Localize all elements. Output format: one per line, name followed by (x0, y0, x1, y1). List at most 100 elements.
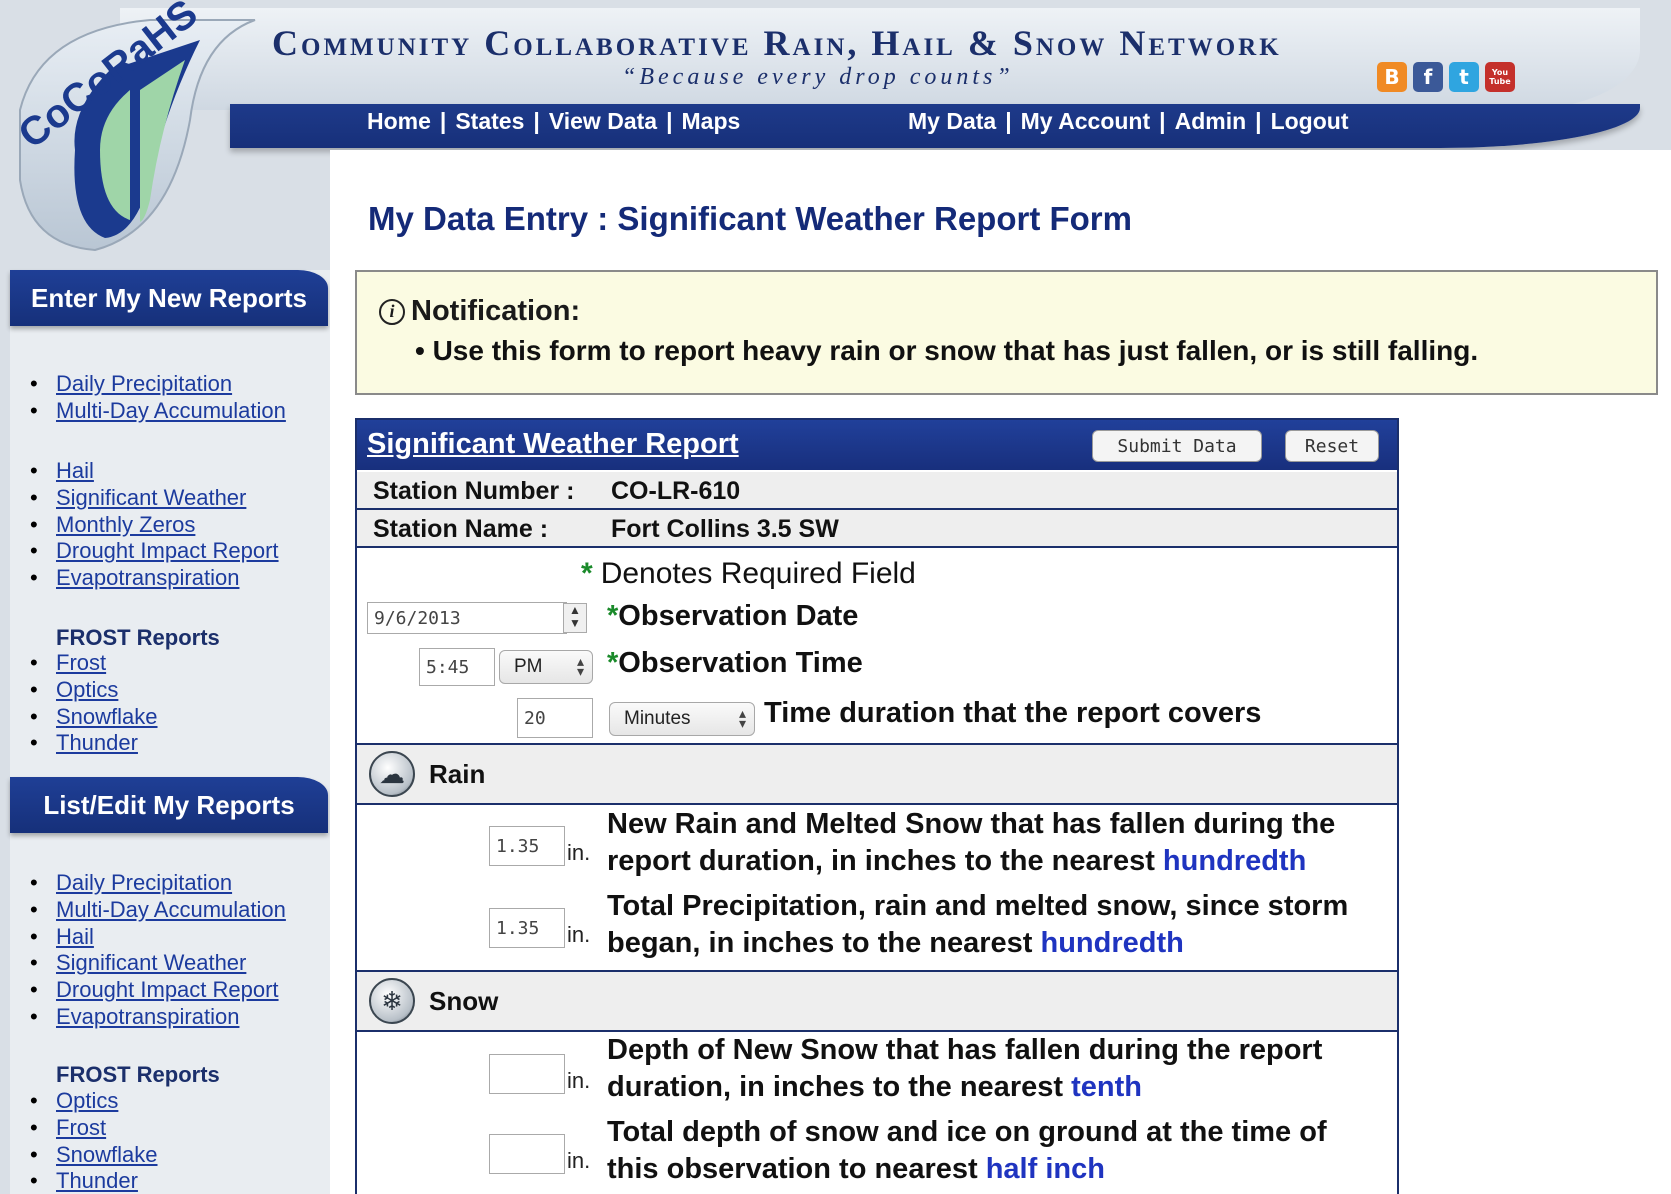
reset-button[interactable]: Reset (1285, 430, 1379, 462)
rain-cloud-icon: ☁ (369, 751, 415, 797)
observation-date-input[interactable]: 9/6/2013 (367, 602, 567, 634)
link-snowflake[interactable]: Snowflake (56, 1142, 158, 1167)
list-item[interactable]: Daily Precipitation (30, 870, 286, 897)
facebook-icon[interactable]: f (1413, 62, 1443, 92)
form-title[interactable]: Significant Weather Report (367, 428, 739, 461)
list-item[interactable]: Monthly Zeros (30, 512, 279, 539)
nav-separator: | (533, 108, 540, 134)
list-item[interactable]: Snowflake (30, 704, 158, 731)
list-item[interactable]: Drought Impact Report (30, 977, 286, 1004)
list-item[interactable]: Evapotranspiration (30, 565, 279, 592)
link-frost[interactable]: Frost (56, 650, 106, 675)
list-item[interactable]: Thunder (30, 730, 158, 757)
link-significant-weather[interactable]: Significant Weather (56, 950, 246, 975)
total-precip-input[interactable]: 1.35 (489, 908, 565, 948)
link-monthly-zeros[interactable]: Monthly Zeros (56, 512, 195, 537)
list-item[interactable]: Thunder (30, 1168, 158, 1194)
link-daily-precipitation[interactable]: Daily Precipitation (56, 371, 232, 396)
list-item[interactable]: Significant Weather (30, 950, 286, 977)
nav-view-data[interactable]: View Data (549, 108, 657, 135)
frost-reports-heading: FROST Reports (56, 1062, 220, 1087)
duration-input[interactable]: 20 (517, 698, 593, 738)
link-hail[interactable]: Hail (56, 924, 94, 949)
link-drought-impact-report[interactable]: Drought Impact Report (56, 977, 279, 1002)
unit-label: in. (567, 1148, 591, 1173)
twitter-icon[interactable]: t (1449, 62, 1479, 92)
nav-home[interactable]: Home (367, 108, 431, 135)
submit-data-button[interactable]: Submit Data (1092, 430, 1262, 462)
half-inch-link[interactable]: half inch (986, 1153, 1105, 1185)
link-evapotranspiration[interactable]: Evapotranspiration (56, 565, 239, 590)
total-snow-input[interactable] (489, 1134, 565, 1174)
form-header: Significant Weather Report Submit Data R… (357, 420, 1397, 470)
list-item[interactable]: Multi-Day Accumulation (30, 398, 286, 425)
list-item[interactable]: Frost (30, 650, 158, 677)
cocorahs-logo[interactable]: CoCoRaHS (0, 0, 270, 260)
new-snow-description: Depth of New Snow that has fallen during… (607, 1032, 1367, 1106)
link-daily-precipitation[interactable]: Daily Precipitation (56, 870, 232, 895)
list-item[interactable]: Daily Precipitation (30, 371, 286, 398)
list-item[interactable]: Significant Weather (30, 485, 279, 512)
select-arrows-icon: ▴ ▾ (576, 653, 584, 679)
nav-maps[interactable]: Maps (682, 108, 741, 135)
list-item[interactable]: Hail (30, 924, 286, 951)
station-name-row: Station Name : Fort Collins 3.5 SW (357, 510, 1397, 546)
link-hail[interactable]: Hail (56, 458, 94, 483)
nav-logout[interactable]: Logout (1271, 108, 1349, 135)
youtube-icon[interactable]: You Tube (1485, 62, 1515, 92)
link-optics[interactable]: Optics (56, 1088, 118, 1113)
list-item[interactable]: Evapotranspiration (30, 1004, 286, 1031)
station-number-label: Station Number : (373, 477, 575, 505)
list-item[interactable]: Frost (30, 1115, 158, 1142)
link-multi-day-accumulation[interactable]: Multi-Day Accumulation (56, 398, 286, 423)
social-links: B f t You Tube (1377, 62, 1515, 92)
nav-admin[interactable]: Admin (1175, 108, 1247, 135)
list-item[interactable]: Snowflake (30, 1142, 158, 1169)
list-item[interactable]: Multi-Day Accumulation (30, 897, 286, 924)
list-edit-reports-heading: List/Edit My Reports (10, 777, 328, 833)
link-evapotranspiration[interactable]: Evapotranspiration (56, 1004, 239, 1029)
site-title: Community Collaborative Rain, Hail & Sno… (272, 23, 1282, 63)
total-precip-description: Total Precipitation, rain and melted sno… (607, 888, 1367, 962)
list-item[interactable]: Optics (30, 677, 158, 704)
snow-section-label: Snow (429, 986, 499, 1016)
duration-unit-select[interactable]: Minutes ▴ ▾ (609, 702, 755, 736)
list-item[interactable]: Optics (30, 1088, 158, 1115)
user-nav: My Data | My Account | Admin | Logout (908, 108, 1348, 135)
nav-my-data[interactable]: My Data (908, 108, 996, 135)
nav-separator: | (1159, 108, 1166, 134)
blogger-icon[interactable]: B (1377, 62, 1407, 92)
link-drought-impact-report[interactable]: Drought Impact Report (56, 538, 279, 563)
duration-label: Time duration that the report covers (764, 697, 1262, 729)
tenth-link[interactable]: tenth (1071, 1071, 1142, 1103)
page-title: My Data Entry : Significant Weather Repo… (368, 200, 1132, 237)
frost-reports-heading: FROST Reports (56, 625, 220, 650)
nav-my-account[interactable]: My Account (1021, 108, 1151, 135)
nav-separator: | (1255, 108, 1262, 134)
observation-time-input[interactable]: 5:45 (419, 648, 495, 686)
link-snowflake[interactable]: Snowflake (56, 704, 158, 729)
link-significant-weather[interactable]: Significant Weather (56, 485, 246, 510)
list-item[interactable]: Hail (30, 458, 279, 485)
new-rain-input[interactable]: 1.35 (489, 826, 565, 866)
rain-section-header: ☁ Rain (357, 745, 1397, 803)
required-star: * (607, 647, 619, 679)
observation-time-label-text: Observation Time (618, 647, 863, 679)
link-thunder[interactable]: Thunder (56, 1168, 138, 1193)
link-multi-day-accumulation[interactable]: Multi-Day Accumulation (56, 897, 286, 922)
list-item[interactable]: Drought Impact Report (30, 538, 279, 565)
am-pm-value: PM (514, 656, 543, 677)
required-star: * (581, 557, 593, 590)
link-thunder[interactable]: Thunder (56, 730, 138, 755)
notification-box: i Notification: • Use this form to repor… (355, 270, 1658, 395)
nav-states[interactable]: States (455, 108, 524, 135)
date-stepper[interactable]: ▲ ▼ (563, 603, 587, 633)
new-rain-description: New Rain and Melted Snow that has fallen… (607, 806, 1367, 880)
new-snow-input[interactable] (489, 1054, 565, 1094)
hundredth-link[interactable]: hundredth (1163, 845, 1306, 877)
hundredth-link[interactable]: hundredth (1041, 927, 1184, 959)
am-pm-select[interactable]: PM ▴ ▾ (499, 650, 593, 684)
link-frost[interactable]: Frost (56, 1115, 106, 1140)
link-optics[interactable]: Optics (56, 677, 118, 702)
duration-unit-value: Minutes (624, 708, 691, 729)
